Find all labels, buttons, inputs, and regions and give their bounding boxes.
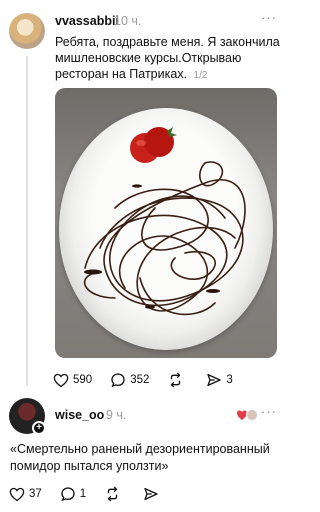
post-text: Ребята, поздравьте меня. Я закончила миш…	[55, 34, 281, 84]
comment-icon	[61, 487, 75, 502]
like-count: 37	[29, 488, 42, 500]
tomato-image	[130, 127, 177, 163]
comment-button[interactable]: 1	[60, 486, 86, 502]
more-icon[interactable]: ···	[261, 10, 277, 25]
share-count: 3	[226, 374, 233, 386]
comment-button[interactable]: 352	[110, 372, 149, 388]
username[interactable]: vvassabbii	[55, 14, 119, 28]
heart-icon	[53, 373, 69, 387]
share-button[interactable]	[143, 486, 163, 502]
repost-icon	[108, 486, 118, 502]
post-text: «Смертельно раненый дезориентированный п…	[10, 442, 270, 473]
post-photo[interactable]	[55, 88, 277, 358]
heart-icon	[9, 487, 25, 501]
thread-line	[26, 56, 28, 386]
repost-button[interactable]	[104, 486, 125, 502]
share-icon	[207, 374, 222, 386]
post-1: vvassabbii 10 ч. ··· Ребята, поздравьте …	[0, 0, 290, 398]
like-button[interactable]: 590	[53, 373, 92, 388]
share-button[interactable]: 3	[206, 372, 233, 388]
plus-icon[interactable]: +	[32, 421, 46, 435]
avatar-vvassabbii[interactable]	[9, 13, 45, 49]
like-count: 590	[73, 374, 93, 386]
comment-count: 1	[79, 488, 87, 500]
sauce-drizzle-image	[83, 127, 246, 316]
post-time: 9 ч.	[106, 408, 127, 422]
post-actions: 590 352 3	[53, 370, 251, 390]
post-time: 10 ч.	[114, 14, 142, 28]
username[interactable]: wise_oo	[55, 408, 104, 422]
comment-icon	[111, 373, 125, 388]
repost-button[interactable]	[167, 372, 188, 388]
like-button[interactable]: 37	[9, 487, 42, 502]
comment-count: 352	[130, 374, 150, 386]
post-actions: 37 1	[9, 484, 181, 504]
post-text-body: Ребята, поздравьте меня. Я закончила миш…	[55, 35, 280, 81]
repost-icon	[171, 372, 181, 388]
share-icon	[144, 488, 158, 500]
more-icon[interactable]: ···	[261, 404, 277, 419]
reaction-badge-icon	[237, 409, 258, 421]
image-counter: 1/2	[193, 70, 208, 81]
